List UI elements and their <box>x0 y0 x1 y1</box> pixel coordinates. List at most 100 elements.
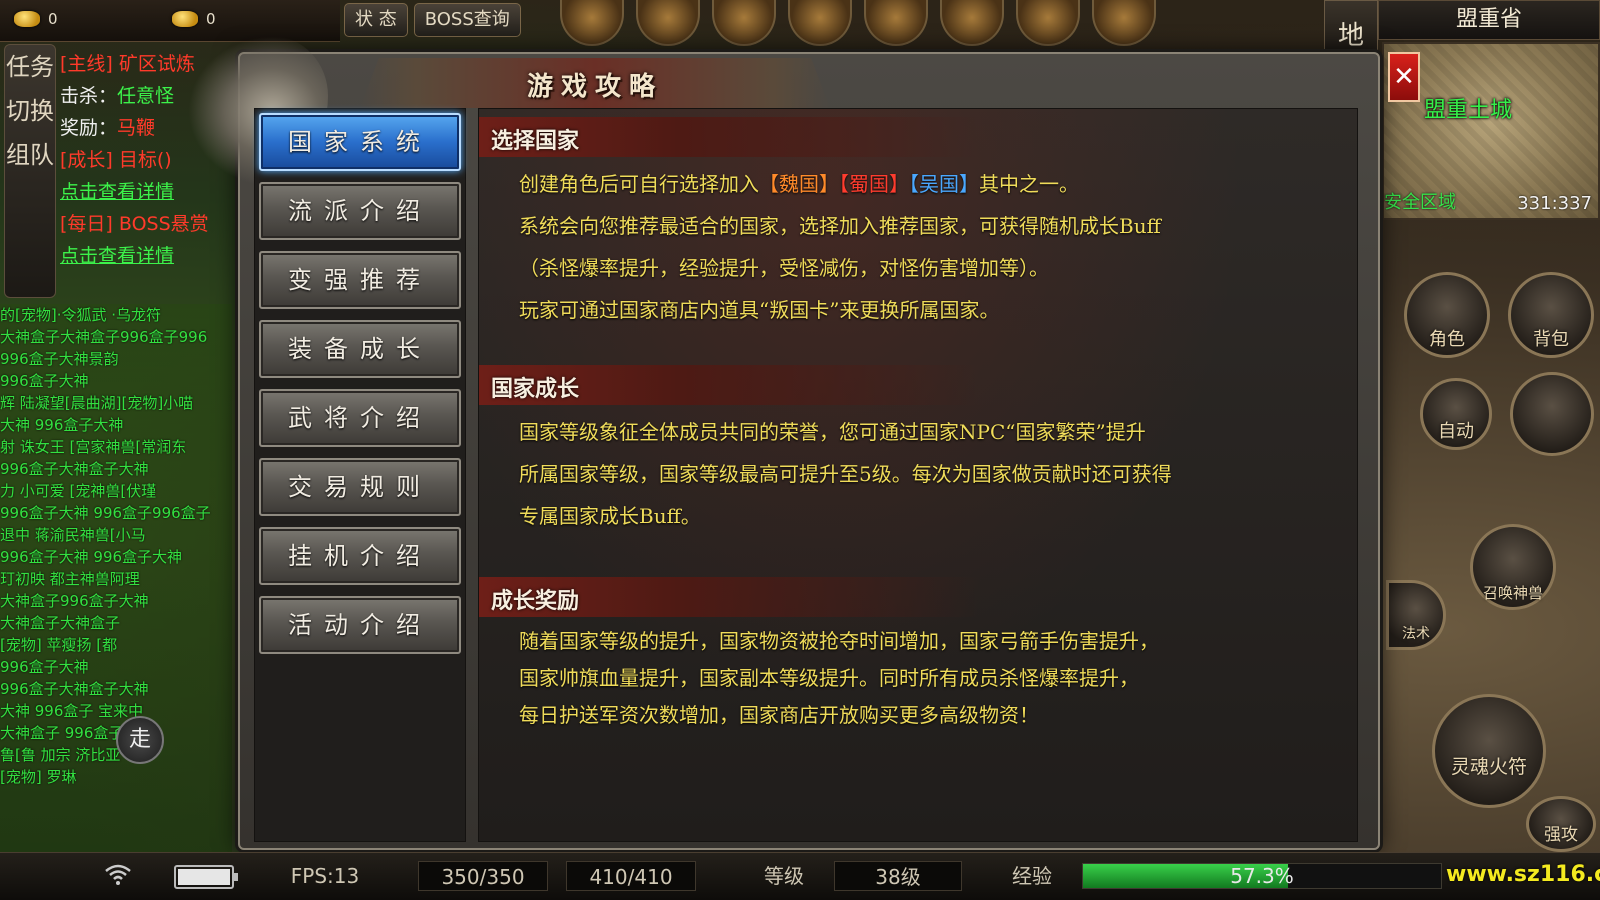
chat-line: 996盒子大神 <box>0 658 89 676</box>
chat-line: 996盒子大神盒子大神 <box>0 680 149 698</box>
event-icon[interactable] <box>1016 0 1080 46</box>
chat-line: 大神 996盒子 宝来中 <box>0 702 144 720</box>
paragraph-line: 每日护送军资次数增加，国家商店开放购买更多高级物资！ <box>519 703 1039 727</box>
switch-tab[interactable]: 切换 <box>5 89 55 133</box>
paragraph-line: （杀怪爆率提升，经验提升，受怪减伤，对怪伤害增加等）。 <box>519 256 1049 280</box>
quest-daily-link[interactable]: 点击查看详情 <box>60 240 240 272</box>
level-label: 等级 <box>764 864 804 888</box>
paragraph-line: 所属国家等级，国家等级最高可提升至5级。每次为国家做贡献时还可获得 <box>519 462 1172 486</box>
chat-line: [宠物] 罗琳 <box>0 768 77 786</box>
menu-item-factions[interactable]: 流派介绍 <box>259 182 461 240</box>
event-icon[interactable] <box>864 0 928 46</box>
hp-value: 350/350 <box>418 861 548 891</box>
paragraph-line: 专属国家成长Buff。 <box>519 504 701 528</box>
top-tab-bar: 状 态 BOSS查询 <box>344 0 521 40</box>
paragraph-line: 国家帅旗血量提升，国家副本等级提升。同时所有成员杀怪爆率提升， <box>519 666 1139 690</box>
chat-line: 力 小可爱 [宠神兽[伏瑾 <box>0 482 157 500</box>
site-watermark: www.sz116.com <box>1446 862 1600 887</box>
auto-battle-button[interactable]: 自动 <box>1420 378 1492 450</box>
game-guide-dialog: 游戏攻略 ✕ 国家系统 流派介绍 变强推荐 装备成长 武将介绍 交易规则 挂机介… <box>188 36 1420 850</box>
section-body: 创建角色后可自行选择加入【魏国】【蜀国】【吴国】其中之一。 系统会向您推荐最适合… <box>519 163 1339 331</box>
paragraph-line: 国家等级象征全体成员共同的荣誉，您可通过国家NPC“国家繁荣”提升 <box>519 420 1146 444</box>
menu-item-equipment[interactable]: 装备成长 <box>259 320 461 378</box>
chat-line: 鲁[鲁 加宗 济比亚 <box>0 746 121 764</box>
section-heading: 成长奖励 <box>479 577 979 617</box>
gold-icon <box>172 11 198 27</box>
menu-item-power-up[interactable]: 变强推荐 <box>259 251 461 309</box>
currency-bar: 0 0 <box>0 0 340 42</box>
gold-currency: 0 <box>172 10 216 28</box>
chat-line: 玎初映 都主神兽阿理 <box>0 570 140 588</box>
character-button[interactable]: 角色 <box>1404 272 1490 358</box>
exp-percent: 57.3% <box>1230 864 1294 888</box>
gold-amount: 0 <box>206 10 216 28</box>
status-bar: FPS:13 350/350 410/410 等级 38级 经验 57.3% <box>0 852 1600 900</box>
event-icon[interactable] <box>712 0 776 46</box>
status-tab[interactable]: 状 态 <box>344 3 408 37</box>
region-name: 盟重省 <box>1378 0 1600 40</box>
fps-counter: FPS:13 <box>290 864 360 888</box>
menu-item-idle[interactable]: 挂机介绍 <box>259 527 461 585</box>
exp-label: 经验 <box>1012 864 1052 888</box>
level-value: 38级 <box>834 861 962 891</box>
assault-button[interactable]: 强攻 <box>1526 796 1596 852</box>
section-heading: 国家成长 <box>479 365 979 405</box>
paragraph-line: 系统会向您推荐最适合的国家，选择加入推荐国家，可获得随机成长Buff <box>519 214 1161 238</box>
ingot-currency: 0 <box>14 10 58 28</box>
wifi-icon <box>105 864 131 885</box>
event-icons <box>560 0 1156 46</box>
event-icon[interactable] <box>636 0 700 46</box>
chat-line: 大神 996盒子大神 <box>0 416 124 434</box>
boss-query-tab[interactable]: BOSS查询 <box>413 3 521 37</box>
chat-line: 退中 蒋渝民神兽[小马 <box>0 526 146 544</box>
quest-side-tabs: 任务 切换 组队 <box>4 44 56 298</box>
paragraph-line: 创建角色后可自行选择加入【魏国】【蜀国】【吴国】其中之一。 <box>519 172 1079 196</box>
chat-line: 996盒子大神 <box>0 372 89 390</box>
chat-line: 大神盒子大神盒子996盒子996 <box>0 328 208 346</box>
chat-line: 996盒子大神盒子大神 <box>0 460 149 478</box>
paragraph-line: 随着国家等级的提升，国家物资被抢夺时间增加，国家弓箭手伤害提升， <box>519 629 1159 653</box>
soul-fire-talisman-button[interactable]: 灵魂火符 <box>1432 694 1546 808</box>
player-coordinates: 331:337 <box>1517 193 1592 214</box>
bag-button[interactable]: 背包 <box>1508 272 1594 358</box>
menu-item-trade-rules[interactable]: 交易规则 <box>259 458 461 516</box>
chat-log[interactable]: 的[宠物]·令狐武 ·乌龙符 大神盒子大神盒子996盒子996 996盒子大神景… <box>0 304 232 852</box>
team-tab[interactable]: 组队 <box>5 133 55 177</box>
quest-daily[interactable]: [每日] BOSS悬赏 <box>60 208 240 240</box>
section-body: 国家等级象征全体成员共同的荣誉，您可通过国家NPC“国家繁荣”提升 所属国家等级… <box>519 411 1339 537</box>
summon-beast-button[interactable]: 召唤神兽 <box>1470 524 1556 610</box>
chat-line: 大神盒子996盒子大神 <box>0 592 149 610</box>
ingot-icon <box>14 11 40 27</box>
quest-tab[interactable]: 任务 <box>5 45 55 89</box>
chat-line: 的[宠物]·令狐武 ·乌龙符 <box>0 306 162 324</box>
section-heading: 选择国家 <box>479 117 979 157</box>
kingdom-wei: 【魏国】 <box>759 172 839 196</box>
event-icon[interactable] <box>1092 0 1156 46</box>
chat-line: 996盒子大神 996盒子大神 <box>0 548 183 566</box>
event-icon[interactable] <box>940 0 1004 46</box>
map-toggle-button[interactable]: 地 <box>1324 0 1378 56</box>
event-icon[interactable] <box>560 0 624 46</box>
paragraph-line: 玩家可通过国家商店内道具“叛国卡”来更换所属国家。 <box>519 298 1000 322</box>
chat-line: 大神盒子大神盒子 <box>0 614 121 632</box>
compass-icon[interactable] <box>1510 372 1594 456</box>
walk-toggle-button[interactable]: 走 <box>116 716 164 764</box>
battery-icon <box>174 865 238 889</box>
menu-item-events[interactable]: 活动介绍 <box>259 596 461 654</box>
chat-line: 辉 陆凝望[晨曲湖][宠物]小喵 <box>0 394 194 412</box>
ingot-amount: 0 <box>48 10 58 28</box>
dialog-title-banner: 游戏攻略 <box>360 58 830 108</box>
chat-line: 996盒子大神 996盒子996盒子 <box>0 504 211 522</box>
mp-value: 410/410 <box>566 861 696 891</box>
chat-line: 996盒子大神景韵 <box>0 350 119 368</box>
guide-content: 选择国家 创建角色后可自行选择加入【魏国】【蜀国】【吴国】其中之一。 系统会向您… <box>478 108 1358 842</box>
event-icon[interactable] <box>788 0 852 46</box>
section-body: 随着国家等级的提升，国家物资被抢夺时间增加，国家弓箭手伤害提升， 国家帅旗血量提… <box>519 623 1339 734</box>
menu-item-national-system[interactable]: 国家系统 <box>259 113 461 171</box>
close-button[interactable]: ✕ <box>1388 52 1420 102</box>
chat-line: [宠物] 苹瘦扬 [都 <box>0 636 118 654</box>
kingdom-wu: 【吴国】 <box>909 172 979 196</box>
minimap-city-label: 盟重土城 <box>1424 98 1513 123</box>
guide-menu: 国家系统 流派介绍 变强推荐 装备成长 武将介绍 交易规则 挂机介绍 活动介绍 <box>254 108 466 842</box>
menu-item-generals[interactable]: 武将介绍 <box>259 389 461 447</box>
